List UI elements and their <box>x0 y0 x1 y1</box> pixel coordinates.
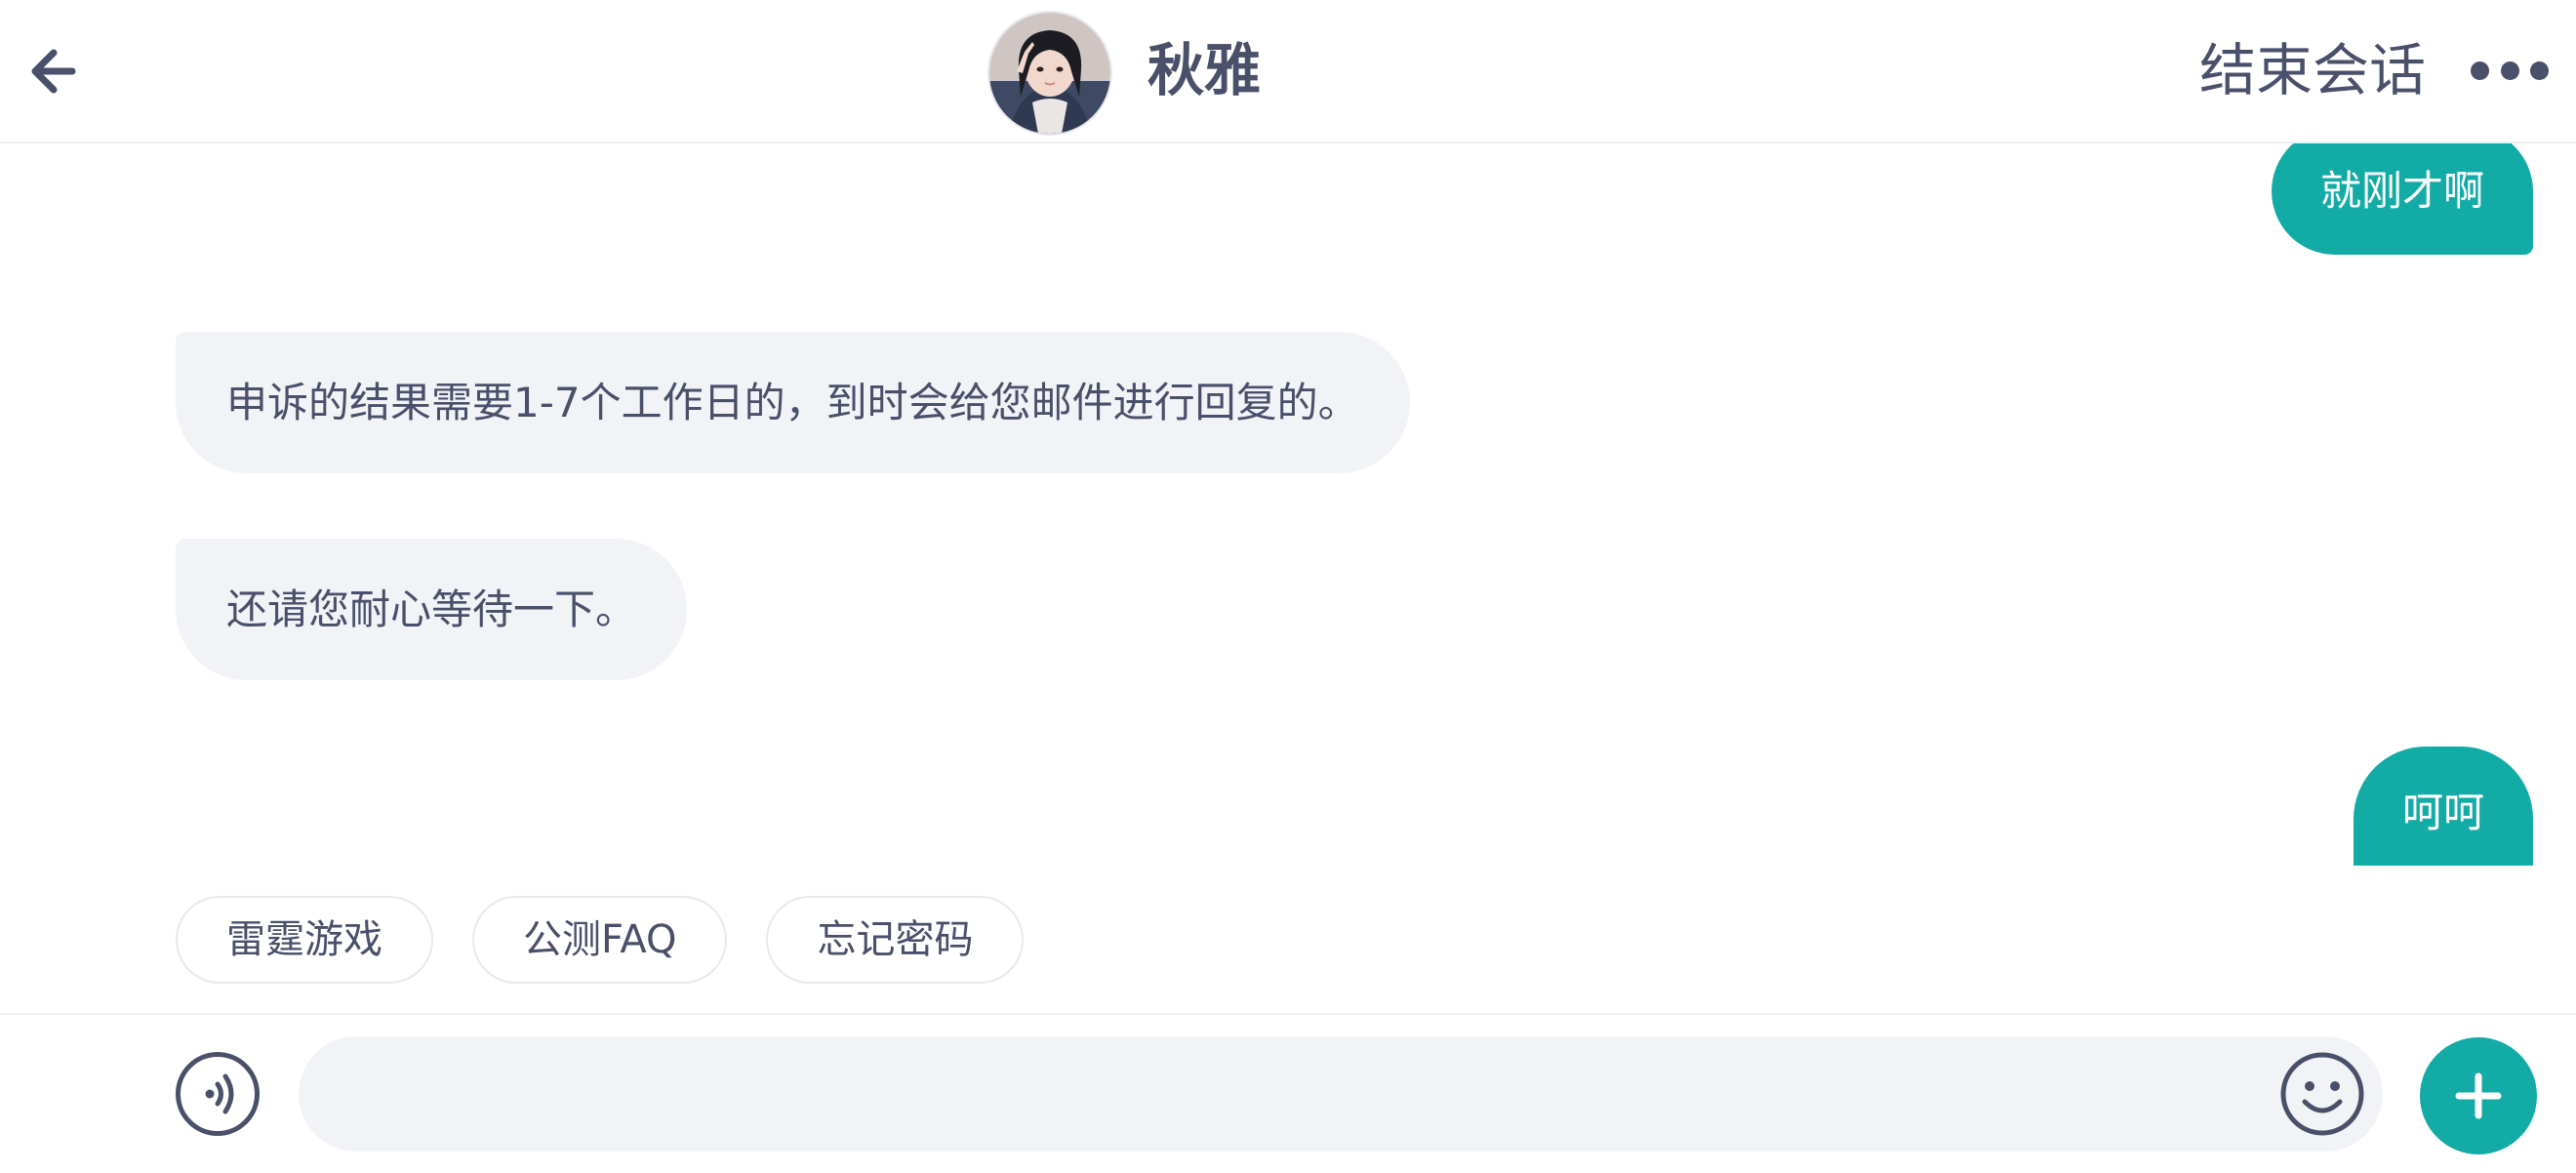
contact-name: 秋雅 <box>1147 37 1262 103</box>
back-button[interactable] <box>21 37 90 105</box>
voice-button[interactable] <box>176 1052 260 1136</box>
add-attachment-button[interactable] <box>2420 1037 2537 1154</box>
avatar-photo <box>989 13 1110 134</box>
avatar[interactable] <box>987 11 1112 136</box>
quick-reply-chip[interactable]: 雷霆游戏 <box>176 896 433 984</box>
emoji-icon <box>2280 1052 2364 1136</box>
more-dots-icon <box>2471 61 2489 80</box>
input-bar <box>0 1013 2576 1173</box>
message-list[interactable]: 就刚才啊 申诉的结果需要1-7个工作日的，到时会给您邮件进行回复的。 还请您耐心… <box>0 143 2576 866</box>
arrow-left-icon <box>31 49 76 94</box>
end-session-button[interactable]: 结束会话 <box>2199 35 2426 105</box>
message-bubble-received[interactable]: 申诉的结果需要1-7个工作日的，到时会给您邮件进行回复的。 <box>176 332 1410 473</box>
message-input[interactable] <box>299 1036 2383 1152</box>
quick-replies: 雷霆游戏 公测FAQ 忘记密码 <box>176 896 1025 984</box>
message-bubble-sent[interactable]: 呵呵 <box>2353 747 2533 866</box>
voice-icon <box>205 1073 234 1114</box>
quick-reply-chip[interactable]: 忘记密码 <box>766 896 1025 984</box>
quick-reply-chip[interactable]: 公测FAQ <box>472 896 728 984</box>
message-bubble-sent[interactable]: 就刚才啊 <box>2271 143 2533 255</box>
message-bubble-received[interactable]: 还请您耐心等待一下。 <box>176 539 688 680</box>
more-dots-icon <box>2500 61 2519 80</box>
more-options-button[interactable] <box>2471 53 2549 88</box>
emoji-button[interactable] <box>2279 1051 2365 1137</box>
plus-icon <box>2455 1072 2502 1119</box>
chat-header: 秋雅 结束会话 <box>0 0 2576 143</box>
more-dots-icon <box>2530 61 2549 80</box>
